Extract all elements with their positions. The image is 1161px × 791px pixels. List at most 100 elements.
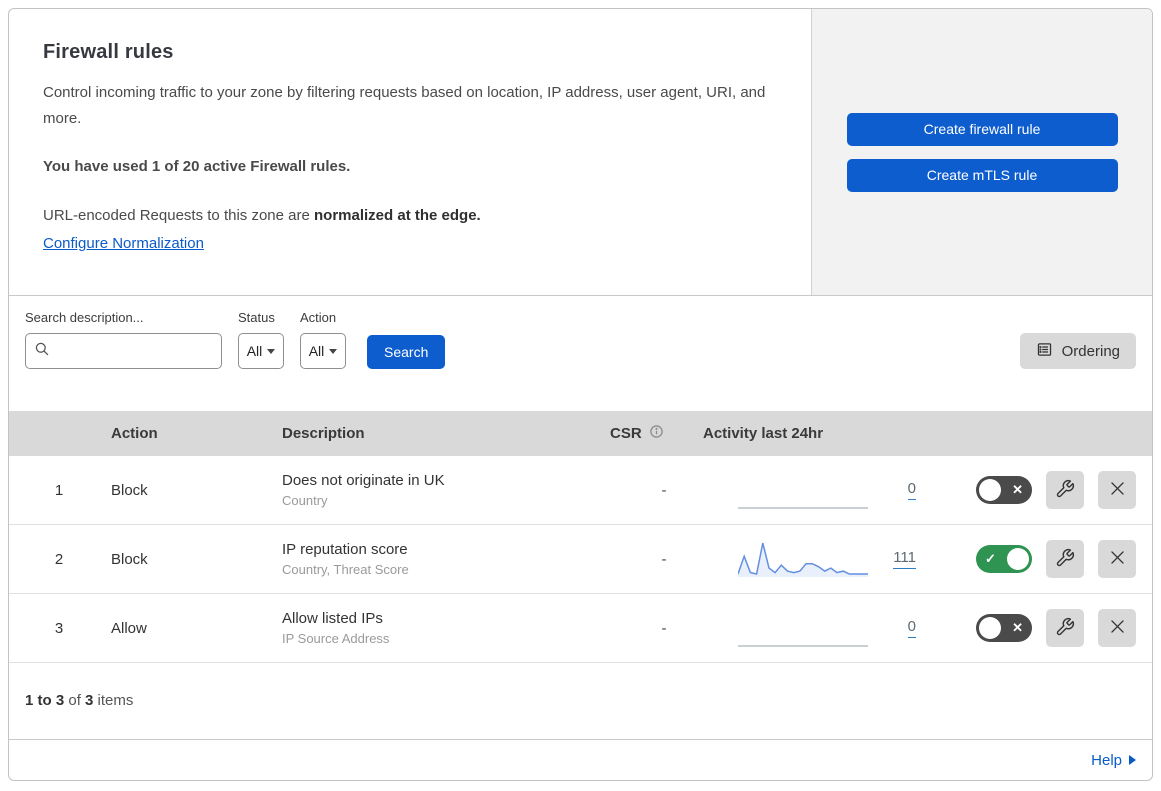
rule-controls: ✓ ✕ [938, 609, 1152, 647]
info-icon[interactable] [649, 424, 664, 443]
toggle-knob [979, 617, 1001, 639]
range-text: 1 to 3 [25, 692, 65, 709]
rule-action: Allow [111, 619, 147, 637]
create-mtls-rule-button[interactable]: Create mTLS rule [846, 158, 1118, 192]
items-text: items [93, 692, 134, 709]
ordering-button[interactable]: Ordering [1019, 333, 1136, 369]
rule-title: IP reputation score [282, 541, 408, 558]
search-field [25, 333, 222, 369]
delete-rule-button[interactable] [1098, 471, 1136, 509]
action-label: Action [300, 310, 337, 325]
rule-action: Block [111, 550, 148, 568]
activity-column-header: Activity last 24hr [703, 425, 824, 442]
status-value: All [246, 343, 263, 359]
rule-csr-value: - [661, 550, 667, 568]
help-link[interactable]: Help [1091, 752, 1136, 769]
rule-action: Block [111, 481, 148, 499]
toggle-knob [979, 479, 1001, 501]
status-filter-group: Status All [238, 310, 284, 369]
delete-rule-button[interactable] [1098, 609, 1136, 647]
rule-activity-cell: 0 [703, 607, 938, 649]
ordering-button-label: Ordering [1061, 342, 1120, 360]
status-select[interactable]: All [238, 333, 284, 369]
search-input[interactable] [56, 343, 213, 359]
wrench-icon [1055, 548, 1075, 571]
page-title: Firewall rules [43, 41, 174, 63]
rule-description: Allow listed IPs IP Source Address [282, 610, 595, 646]
search-icon [34, 341, 50, 362]
rule-enable-toggle[interactable]: ✓ ✕ [976, 476, 1032, 504]
rule-description: IP reputation score Country, Threat Scor… [282, 541, 595, 577]
rule-title: Allow listed IPs [282, 610, 383, 627]
toggle-knob [1007, 548, 1029, 570]
firewall-rules-card: Firewall rules Control incoming traffic … [8, 8, 1153, 781]
rule-title: Does not originate in UK [282, 472, 445, 489]
configure-normalization-link[interactable]: Configure Normalization [43, 235, 204, 252]
close-icon [1108, 617, 1127, 639]
rule-activity-cell: 0 [703, 469, 938, 511]
edit-rule-button[interactable] [1046, 471, 1084, 509]
normalization-text: URL-encoded Requests to this zone are [43, 207, 314, 225]
rule-enable-toggle[interactable]: ✓ ✕ [976, 545, 1032, 573]
close-icon [1108, 548, 1127, 570]
activity-sparkline [738, 469, 868, 511]
rule-priority: 3 [54, 619, 64, 637]
search-label: Search description... [25, 310, 144, 325]
activity-sparkline [738, 607, 868, 649]
check-icon: ✓ [985, 551, 996, 566]
x-icon: ✕ [1012, 482, 1023, 497]
chevron-down-icon [267, 348, 276, 354]
rule-activity-cell: 111 [703, 538, 938, 580]
rule-priority: 1 [54, 481, 64, 499]
delete-rule-button[interactable] [1098, 540, 1136, 578]
header-section: Firewall rules Control incoming traffic … [9, 9, 1152, 296]
activity-count-link[interactable]: 0 [907, 618, 916, 638]
action-filter-group: Action All [300, 310, 346, 369]
rule-description: Does not originate in UK Country [282, 472, 595, 508]
arrow-right-icon [1129, 755, 1136, 765]
wrench-icon [1055, 479, 1075, 502]
normalization-note: URL-encoded Requests to this zone are no… [43, 203, 771, 229]
rule-enable-toggle[interactable]: ✓ ✕ [976, 614, 1032, 642]
rule-controls: ✓ ✕ [938, 471, 1152, 509]
chevron-down-icon [329, 348, 338, 354]
rule-csr-value: - [661, 481, 667, 499]
table-row: 3 Allow Allow listed IPs IP Source Addre… [9, 594, 1152, 663]
action-select[interactable]: All [300, 333, 346, 369]
rule-fields: IP Source Address [282, 631, 390, 646]
action-column-header: Action [111, 425, 158, 442]
table-header: Action Description CSR Activity last 24h… [9, 411, 1152, 456]
rule-csr-value: - [661, 619, 667, 637]
pagination-summary: 1 to 3 of 3 items [9, 663, 1152, 738]
actions-panel: Create firewall rule Create mTLS rule [811, 9, 1152, 295]
help-link-label: Help [1091, 751, 1122, 769]
table-row: 2 Block IP reputation score Country, Thr… [9, 525, 1152, 594]
search-group: Search description... [25, 310, 222, 369]
intro-text-block: Firewall rules Control incoming traffic … [9, 9, 811, 295]
page-description: Control incoming traffic to your zone by… [43, 84, 766, 127]
wrench-icon [1055, 617, 1075, 640]
description-column-header: Description [282, 425, 365, 442]
create-firewall-rule-button[interactable]: Create firewall rule [846, 112, 1118, 146]
activity-count-link[interactable]: 0 [907, 480, 916, 500]
status-label: Status [238, 310, 275, 325]
edit-rule-button[interactable] [1046, 540, 1084, 578]
of-text: of [64, 692, 86, 709]
normalization-bold-text: normalized at the edge. [314, 207, 481, 225]
help-bar: Help [9, 739, 1152, 780]
list-ordering-icon [1036, 341, 1053, 362]
rule-fields: Country, Threat Score [282, 562, 409, 577]
close-icon [1108, 479, 1127, 501]
action-value: All [308, 343, 325, 359]
usage-summary: You have used 1 of 20 active Firewall ru… [43, 157, 351, 175]
activity-count-link[interactable]: 111 [893, 549, 916, 569]
filter-bar: Search description... Status All Action … [9, 296, 1152, 411]
edit-rule-button[interactable] [1046, 609, 1084, 647]
table-row: 1 Block Does not originate in UK Country… [9, 456, 1152, 525]
x-icon: ✕ [1012, 620, 1023, 635]
activity-sparkline [738, 538, 868, 580]
rule-controls: ✓ ✕ [938, 540, 1152, 578]
search-button[interactable]: Search [367, 335, 446, 369]
total-text: 3 [85, 692, 94, 709]
rule-fields: Country [282, 493, 328, 508]
